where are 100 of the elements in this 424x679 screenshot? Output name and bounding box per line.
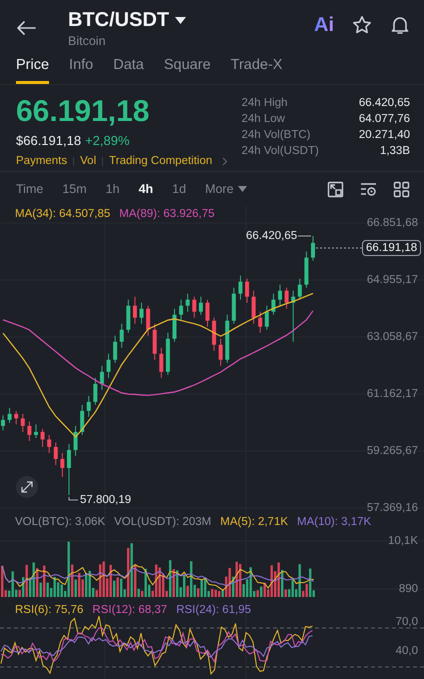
interval-tab[interactable]: Time (16, 182, 44, 196)
stat-label: 24h Vol(BTC) (241, 129, 312, 141)
expand-icon[interactable] (21, 481, 33, 493)
candlestick (74, 425, 78, 456)
candlestick (245, 278, 250, 304)
stat-label: 24h High (241, 97, 289, 109)
legend-label: VOL(BTC): 3,06K (15, 516, 106, 528)
candlestick (166, 332, 170, 376)
tab[interactable]: Trade-X (230, 56, 282, 84)
candlestick (120, 323, 124, 348)
candlestick (179, 299, 184, 322)
interval-tab[interactable]: 1d (172, 182, 186, 196)
candlestick (172, 308, 176, 342)
tab[interactable]: Info (69, 56, 94, 84)
interval-tab[interactable]: 15m (62, 182, 87, 196)
candlestick (86, 395, 91, 418)
candlestick (146, 305, 150, 336)
chevron-icon[interactable] (222, 156, 228, 166)
candlestick (192, 296, 196, 318)
star-icon[interactable] (352, 15, 372, 35)
candlestick (212, 317, 216, 352)
candlestick (298, 278, 302, 300)
candlestick (271, 293, 276, 316)
candlestick (14, 410, 18, 425)
last-price: 66.191,18 (16, 95, 150, 129)
candlestick (20, 413, 25, 432)
candlestick (80, 404, 84, 436)
axis-label: 59.265,67 (366, 444, 418, 458)
candlestick (278, 284, 282, 306)
candlestick (198, 296, 203, 316)
axis-label: 40,0 (396, 644, 418, 658)
usd-price: $66.191,18 (16, 133, 82, 148)
tag-link[interactable]: Trading Competition (109, 155, 212, 167)
grid-icon[interactable] (393, 180, 410, 198)
stat-value: 64.077,76 (358, 113, 410, 125)
candlestick (225, 314, 230, 364)
legend-label: MA(10): 3,17K (297, 516, 372, 528)
bell-icon[interactable] (390, 15, 410, 35)
price-change: +2,89% (85, 133, 130, 148)
candlestick (252, 290, 256, 324)
caret-icon[interactable] (175, 16, 186, 24)
candlestick (100, 365, 104, 390)
low-price-label: 57.800,19 (80, 493, 132, 507)
candlestick (47, 434, 52, 454)
legend-label: RSI(6): 75,76 (15, 604, 84, 616)
candlestick (232, 287, 236, 324)
axis-label: 66.851,68 (366, 216, 418, 230)
current-price-label: 66.191,18 (362, 240, 422, 256)
tab[interactable]: Price (16, 56, 50, 84)
axis-label: 61.162,17 (366, 386, 418, 401)
candlestick (60, 452, 64, 478)
axis-label: 64.955,17 (366, 273, 418, 287)
axis-label: 70,0 (396, 615, 418, 629)
legend-label: MA(5): 2,71K (220, 516, 288, 528)
candlestick (126, 299, 130, 334)
candlestick (1, 414, 5, 431)
legend-label: RSI(12): 68,37 (92, 604, 168, 616)
axis-label: 63.058,67 (366, 330, 418, 344)
candlestick (159, 347, 164, 378)
candlestick (218, 338, 223, 366)
candlestick (311, 236, 315, 262)
stat-value: 66.420,65 (358, 97, 410, 109)
candlestick (132, 296, 137, 324)
expand-button[interactable] (16, 476, 38, 498)
interval-tab[interactable]: 4h (138, 182, 154, 196)
legend-label: MA(89): 63.926,75 (119, 208, 215, 220)
candlestick (106, 353, 111, 378)
candlestick (152, 323, 157, 360)
tag-link[interactable]: Vol (80, 155, 96, 167)
interval-tab[interactable]: More (205, 182, 247, 196)
high-price-label: 66.420,65 (246, 229, 298, 243)
stat-label: 24h Low (241, 113, 286, 125)
candlestick (27, 420, 32, 442)
axis-label: 57.369,16 (366, 501, 418, 515)
candlestick (238, 275, 242, 300)
tag-link[interactable]: Payments (16, 155, 68, 167)
tab[interactable]: Data (113, 56, 144, 84)
legend-label: VOL(USDT): 203M (114, 516, 212, 528)
indicator-settings-icon[interactable] (360, 180, 377, 198)
candlestick (186, 293, 190, 312)
legend-label: RSI(24): 61,95 (176, 604, 251, 616)
tab[interactable]: Square (164, 56, 211, 84)
candlestick (66, 444, 71, 496)
chart-mode-icon[interactable] (327, 180, 344, 198)
candlestick (8, 407, 12, 424)
interval-tab[interactable]: 1h (106, 182, 120, 196)
stat-label: 24h Vol(USDT) (241, 145, 319, 157)
candlestick (40, 428, 45, 448)
pair-title[interactable]: BTC/USDT (68, 8, 170, 32)
pair-subtitle: Bitcoin (68, 34, 107, 48)
leader-line (68, 496, 78, 500)
candlestick (140, 302, 144, 324)
candlestick (113, 335, 118, 364)
stat-value: 20.271,40 (358, 129, 410, 141)
candlestick (34, 424, 38, 438)
axis-label: 890 (398, 582, 418, 596)
candlestick (93, 377, 98, 406)
candlestick (284, 287, 289, 310)
stat-value: 1,33B (378, 145, 410, 157)
axis-label: 10,1K (388, 534, 418, 548)
